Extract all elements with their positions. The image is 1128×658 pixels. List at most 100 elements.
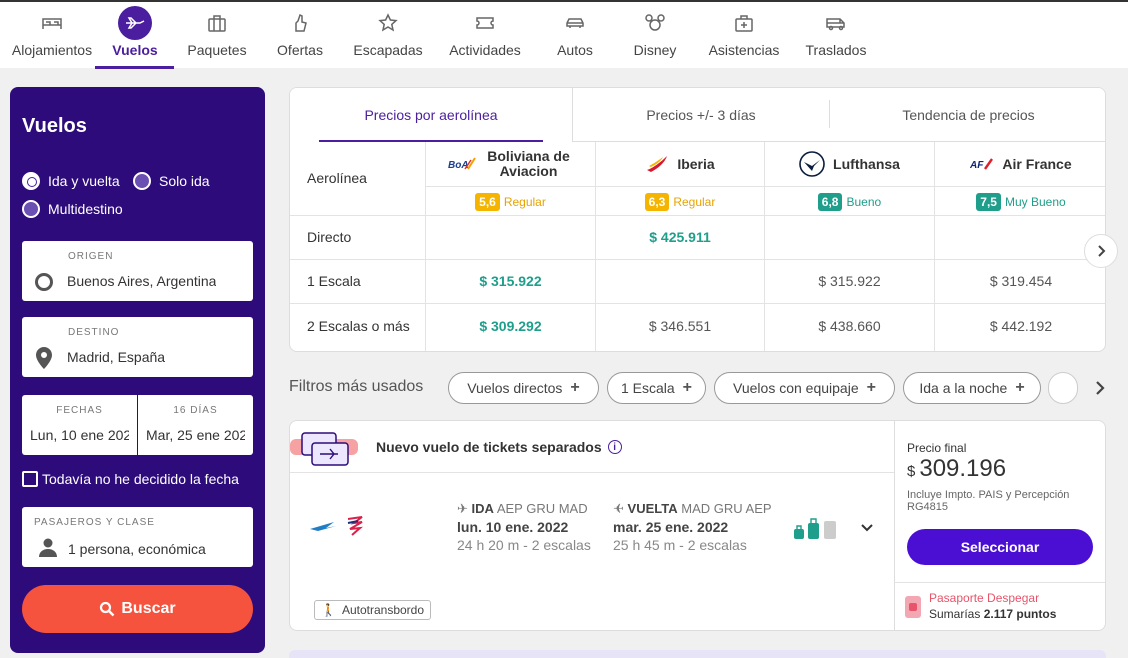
nav-disney[interactable]: Disney <box>628 4 682 68</box>
expand-chevron-icon[interactable] <box>860 521 874 540</box>
passport-title[interactable]: Pasaporte Despegar <box>929 591 1039 605</box>
person-icon <box>38 537 58 562</box>
origin-value: Buenos Aires, Argentina <box>67 273 217 289</box>
departure-date-value: Lun, 10 ene 2022 <box>30 427 129 443</box>
panel-title: Vuelos <box>22 115 87 137</box>
filter-chip-night[interactable]: Ida a la noche + <box>903 372 1041 404</box>
airline-iberia[interactable]: Iberia <box>596 142 764 186</box>
radio-label: Multidestino <box>48 201 123 217</box>
radio-round-trip[interactable]: Ida y vuelta <box>22 172 120 190</box>
airline-rating: 5,6 Regular <box>426 192 595 212</box>
select-button[interactable]: Seleccionar <box>907 529 1093 565</box>
nav-vuelos[interactable]: Vuelos <box>100 4 170 68</box>
airline-lufthansa[interactable]: Lufthansa <box>765 142 934 186</box>
row-label-direct: Directo <box>307 229 352 245</box>
nav-label: Actividades <box>449 42 521 58</box>
plus-icon: + <box>1015 379 1025 396</box>
price-cell[interactable]: $ 315.922 <box>765 273 934 289</box>
hand-icon <box>283 6 317 40</box>
price-cell[interactable]: $ 425.911 <box>596 229 764 245</box>
table-next-button[interactable] <box>1084 234 1118 268</box>
price-cell[interactable]: $ 442.192 <box>935 318 1105 334</box>
plus-icon: + <box>866 379 876 396</box>
price-cell[interactable]: $ 438.660 <box>765 318 934 334</box>
radio-unselected-icon <box>133 172 151 190</box>
filter-chip-overflow[interactable] <box>1048 372 1078 404</box>
search-icon <box>100 601 115 617</box>
destination-field[interactable]: DESTINO Madrid, España <box>22 317 253 377</box>
nav-label: Asistencias <box>708 42 780 58</box>
search-label: Buscar <box>121 600 176 617</box>
grid-divider <box>290 215 1105 216</box>
origin-circle-icon <box>35 273 53 291</box>
search-button[interactable]: Buscar <box>22 585 253 633</box>
tax-note: Incluye Impto. PAIS y Percepción RG4815 <box>907 489 1070 514</box>
badge-label: Autotransbordo <box>341 603 425 617</box>
walking-person-icon: 🚶 <box>321 603 336 617</box>
chip-label: Vuelos con equipaje <box>733 380 859 396</box>
nav-paquetes[interactable]: Paquetes <box>182 4 252 68</box>
card-divider <box>894 582 1105 583</box>
airline-air-france[interactable]: AF Air France <box>935 142 1105 186</box>
outbound-leg[interactable]: ✈ IDA AEP GRU MAD lun. 10 ene. 2022 24 h… <box>457 501 591 553</box>
nav-traslados[interactable]: Traslados <box>802 4 870 68</box>
filter-chip-direct[interactable]: Vuelos directos + <box>448 372 599 404</box>
nav-label: Paquetes <box>187 42 247 58</box>
tab-label: Precios +/- 3 días <box>646 107 756 123</box>
field-label: PASAJEROS Y CLASE <box>34 517 155 528</box>
price-cell[interactable]: $ 315.922 <box>426 273 595 289</box>
tab-price-trend[interactable]: Tendencia de precios <box>830 88 1105 142</box>
price-cell[interactable]: $ 309.292 <box>426 318 595 334</box>
airline-rating: 6,8 Bueno <box>765 192 934 212</box>
filter-chip-1-stop[interactable]: 1 Escala + <box>607 372 706 404</box>
origin-field[interactable]: ORIGEN Buenos Aires, Argentina <box>22 241 253 301</box>
nav-label: Traslados <box>805 42 867 58</box>
price-tabs: Precios por aerolínea Precios +/- 3 días… <box>290 88 1105 142</box>
rating-score: 7,5 <box>976 193 1001 211</box>
airline-boliviana[interactable]: BoA Boliviana de Aviacion <box>426 142 595 186</box>
return-date-value: Mar, 25 ene 2022 <box>146 427 245 443</box>
grid-divider <box>425 186 1105 187</box>
price-cell[interactable]: $ 346.551 <box>596 318 764 334</box>
radio-label: Solo ida <box>159 173 210 189</box>
airline-name: Air France <box>1002 155 1072 172</box>
chip-label: Vuelos directos <box>467 380 563 396</box>
nav-alojamientos[interactable]: Alojamientos <box>8 4 96 68</box>
info-icon[interactable]: i <box>607 440 622 454</box>
shuttle-icon <box>819 6 853 40</box>
nav-actividades[interactable]: Actividades <box>444 4 526 68</box>
radio-one-way[interactable]: Solo ida <box>133 172 210 190</box>
nav-ofertas[interactable]: Ofertas <box>268 4 332 68</box>
leg-summary: 25 h 45 m - 2 escalas <box>613 537 747 553</box>
grid-divider <box>290 303 1105 304</box>
tab-prices-plus-minus-3-days[interactable]: Precios +/- 3 días <box>573 88 829 142</box>
rating-label: Regular <box>673 195 716 209</box>
passengers-field[interactable]: PASAJEROS Y CLASE 1 persona, económica <box>22 507 253 567</box>
radio-multidestination[interactable]: Multidestino <box>22 200 123 218</box>
separate-tickets-banner: Nuevo vuelo de tickets separados i <box>376 439 622 455</box>
nav-autos[interactable]: Autos <box>549 4 601 68</box>
undecided-date-checkbox[interactable]: Todavía no he decidido la fecha <box>22 471 239 487</box>
dates-field: FECHAS Lun, 10 ene 2022 16 DÍAS Mar, 25 … <box>22 395 253 455</box>
nav-label: Alojamientos <box>11 42 93 58</box>
tab-prices-by-airline[interactable]: Precios por aerolínea <box>290 88 573 142</box>
nav-escapadas[interactable]: Escapadas <box>350 4 426 68</box>
svg-text:BoA: BoA <box>448 160 469 171</box>
top-navigation: Alojamientos Vuelos Paquetes Ofertas Esc… <box>0 0 1128 69</box>
plus-icon: + <box>570 379 580 396</box>
price-cell[interactable]: $ 319.454 <box>935 273 1105 289</box>
airline-header-label: Aerolínea <box>307 170 367 186</box>
chevron-right-icon <box>1096 381 1105 395</box>
nav-asistencias[interactable]: Asistencias <box>704 4 784 68</box>
filters-next-button[interactable] <box>1090 378 1110 398</box>
leg-tag: IDA <box>471 501 494 516</box>
tab-label: Precios por aerolínea <box>364 107 498 123</box>
airline-rating: 6,3 Regular <box>596 192 764 212</box>
chevron-right-icon <box>1098 245 1106 257</box>
return-leg[interactable]: ✈ VUELTA MAD GRU AEP mar. 25 ene. 2022 2… <box>613 501 772 553</box>
return-date[interactable]: 16 DÍAS Mar, 25 ene 2022 <box>138 395 253 455</box>
airline-name: Iberia <box>677 155 715 172</box>
departure-date[interactable]: FECHAS Lun, 10 ene 2022 <box>22 395 137 455</box>
filter-chip-baggage[interactable]: Vuelos con equipaje + <box>714 372 895 404</box>
rating-score: 6,8 <box>817 193 843 211</box>
